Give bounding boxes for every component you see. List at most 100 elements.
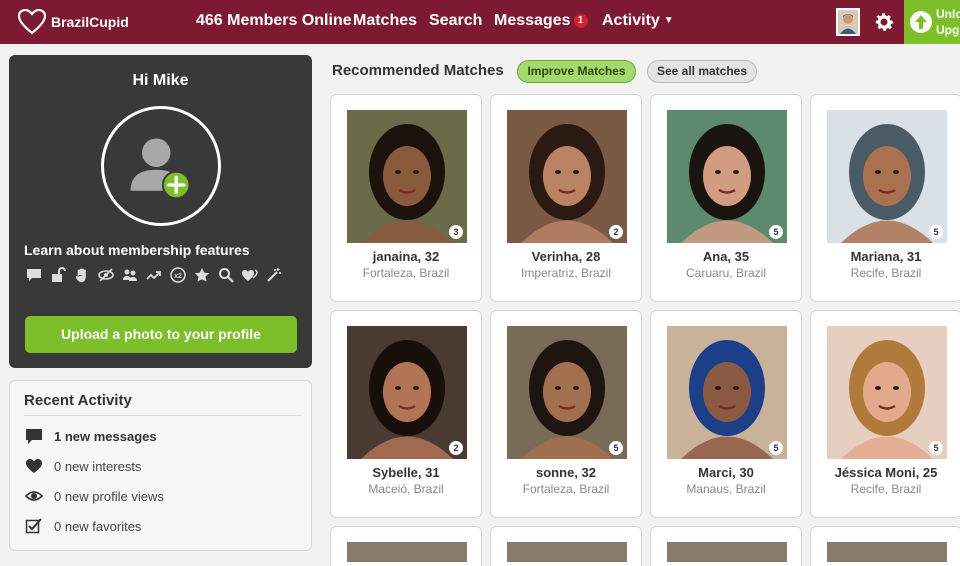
match-location: Imperatriz, Brazil — [520, 266, 612, 280]
match-name[interactable]: Jéssica Moni, 25 — [811, 465, 960, 480]
brand-logo[interactable]: BrazilCupid — [18, 9, 129, 35]
profile-card: Hi Mike Learn about membership features — [9, 55, 312, 368]
heart-logo-icon — [18, 9, 46, 35]
heart-icon — [24, 457, 44, 475]
match-card[interactable]: 2 Verinha, 28 Imperatriz, Brazil — [490, 94, 642, 302]
feature-icons: x2 — [24, 265, 284, 285]
match-photo[interactable]: 5 — [507, 326, 627, 459]
match-photo[interactable]: 5 — [667, 326, 787, 459]
greeting: Hi Mike — [132, 72, 189, 89]
upgrade-button[interactable]: Unlo Upg — [904, 0, 960, 44]
activity-text: 0 new favorites — [54, 518, 142, 534]
divider — [24, 415, 302, 416]
photo-count-badge: 2 — [449, 441, 463, 455]
checkbox-icon — [24, 517, 44, 535]
match-card[interactable]: 5 Mariana, 31 Recife, Brazil — [810, 94, 960, 302]
photo-count-badge: 5 — [769, 225, 783, 239]
match-name[interactable]: janaina, 32 — [331, 249, 481, 264]
match-photo[interactable] — [827, 542, 947, 562]
nav-search[interactable]: Search — [429, 12, 482, 30]
activity-item-favorites[interactable]: 0 new favorites — [24, 517, 141, 535]
match-photo[interactable] — [667, 542, 787, 562]
match-card[interactable]: 5 Jéssica Moni, 25 Recife, Brazil — [810, 310, 960, 518]
trend-icon[interactable] — [144, 265, 164, 285]
match-card[interactable]: 5 sonne, 32 Fortaleza, Brazil — [490, 310, 642, 518]
top-nav-bar: BrazilCupid 466 Members Online Matches S… — [0, 0, 960, 44]
match-card-partial[interactable] — [810, 526, 960, 566]
match-photo[interactable]: 2 — [347, 326, 467, 459]
gear-icon[interactable] — [872, 10, 896, 34]
wand-icon[interactable] — [264, 265, 284, 285]
unlock-icon[interactable] — [48, 265, 68, 285]
activity-item-interests[interactable]: 0 new interests — [24, 457, 141, 475]
recommended-matches-title: Recommended Matches — [332, 62, 504, 79]
match-card-partial[interactable] — [650, 526, 802, 566]
match-card[interactable]: 2 Sybelle, 31 Maceió, Brazil — [330, 310, 482, 518]
match-name[interactable]: Mariana, 31 — [811, 249, 960, 264]
users-icon[interactable] — [120, 265, 140, 285]
message-icon — [24, 427, 44, 445]
match-photo[interactable] — [507, 542, 627, 562]
match-photo[interactable]: 3 — [347, 110, 467, 243]
recent-activity-card: Recent Activity 1 new messages 0 new int… — [9, 380, 312, 551]
nav-messages-label: Messages — [494, 12, 571, 29]
match-photo[interactable]: 5 — [827, 326, 947, 459]
match-card-partial[interactable] — [330, 526, 482, 566]
match-location: Maceió, Brazil — [368, 482, 444, 496]
improve-matches-button[interactable]: Improve Matches — [517, 60, 636, 83]
match-location: Fortaleza, Brazil — [362, 266, 450, 280]
upgrade-label: Unlo Upg — [936, 6, 960, 38]
photo-count-badge: 5 — [929, 441, 943, 455]
eye-icon — [24, 487, 44, 505]
chat-icon[interactable] — [24, 265, 44, 285]
match-photo[interactable]: 5 — [827, 110, 947, 243]
nav-messages[interactable]: Messages 1 — [494, 12, 588, 30]
match-location: Caruaru, Brazil — [685, 266, 767, 280]
chevron-down-icon: ▼ — [663, 15, 674, 26]
x2-icon[interactable]: x2 — [168, 265, 188, 285]
brand-name: BrazilCupid — [51, 14, 129, 30]
activity-text: 0 new profile views — [54, 488, 164, 504]
match-card-partial[interactable] — [490, 526, 642, 566]
photo-count-badge: 2 — [609, 225, 623, 239]
photo-count-badge: 5 — [769, 441, 783, 455]
match-photo[interactable] — [347, 542, 467, 562]
photo-count-badge: 5 — [929, 225, 943, 239]
hide-icon[interactable] — [96, 265, 116, 285]
see-all-matches-button[interactable]: See all matches — [647, 60, 757, 83]
user-avatar[interactable] — [836, 8, 860, 36]
match-photo[interactable]: 2 — [507, 110, 627, 243]
star-icon[interactable] — [192, 265, 212, 285]
nav-activity[interactable]: Activity ▼ — [602, 12, 674, 30]
nav-matches[interactable]: Matches — [353, 12, 417, 30]
activity-text: 0 new interests — [54, 458, 142, 474]
match-location: Recife, Brazil — [850, 482, 922, 496]
activity-text: 1 new messages — [54, 428, 157, 444]
photo-count-badge: 3 — [449, 225, 463, 239]
match-card[interactable]: 5 Marci, 30 Manaus, Brazil — [650, 310, 802, 518]
activity-item-views[interactable]: 0 new profile views — [24, 487, 164, 505]
match-location: Fortaleza, Brazil — [522, 482, 610, 496]
hearts-icon[interactable] — [240, 265, 260, 285]
activity-item-messages[interactable]: 1 new messages — [24, 427, 157, 445]
match-name[interactable]: Verinha, 28 — [491, 249, 641, 264]
members-online-link[interactable]: 466 Members Online — [196, 12, 352, 30]
add-photo-placeholder[interactable] — [101, 106, 221, 226]
upload-photo-button[interactable]: Upload a photo to your profile — [25, 316, 297, 353]
arrow-up-icon — [910, 11, 932, 33]
hand-icon[interactable] — [72, 265, 92, 285]
match-location: Manaus, Brazil — [686, 482, 766, 496]
match-name[interactable]: Ana, 35 — [651, 249, 801, 264]
avatar-photo-icon — [838, 10, 858, 34]
match-name[interactable]: Sybelle, 31 — [331, 465, 481, 480]
add-user-icon — [130, 138, 191, 200]
match-photo[interactable]: 5 — [667, 110, 787, 243]
match-card[interactable]: 3 janaina, 32 Fortaleza, Brazil — [330, 94, 482, 302]
match-card[interactable]: 5 Ana, 35 Caruaru, Brazil — [650, 94, 802, 302]
search-icon[interactable] — [216, 265, 236, 285]
photo-count-badge: 5 — [609, 441, 623, 455]
match-name[interactable]: sonne, 32 — [491, 465, 641, 480]
match-name[interactable]: Marci, 30 — [651, 465, 801, 480]
learn-membership-link[interactable]: Learn about membership features — [24, 242, 250, 258]
upgrade-label-line2: Upg — [936, 23, 960, 37]
